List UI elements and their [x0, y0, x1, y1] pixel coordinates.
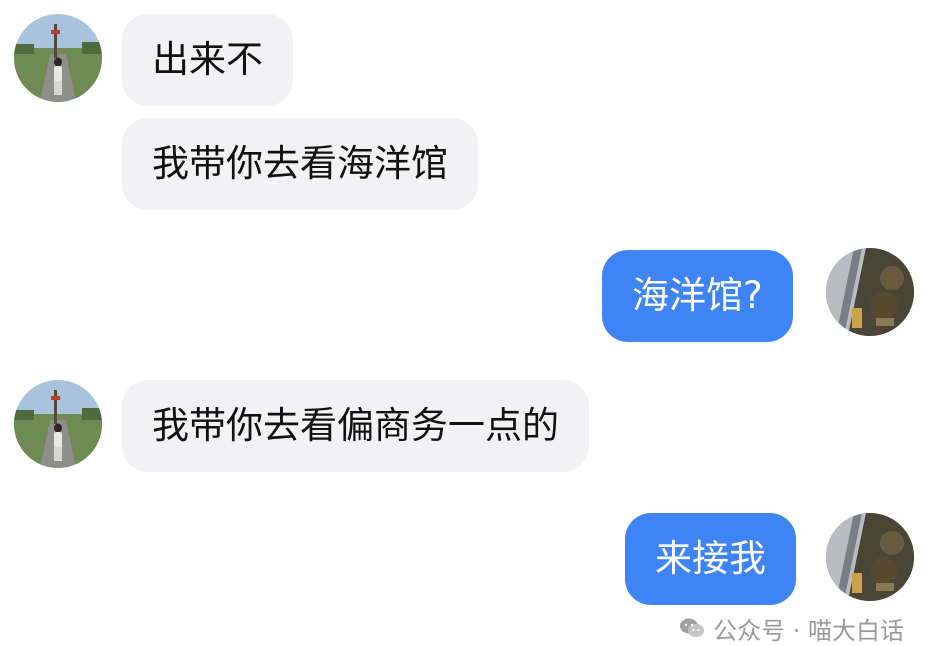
user-avatar-photo	[826, 248, 914, 336]
contact-avatar-photo	[14, 14, 102, 102]
wechat-icon	[679, 617, 705, 639]
user-avatar[interactable]	[826, 513, 914, 601]
watermark: 公众号 · 喵大白话	[679, 613, 904, 645]
message-bubble-outgoing[interactable]: 海洋馆?	[602, 250, 793, 342]
contact-avatar-photo	[14, 380, 102, 468]
watermark-text: 公众号 · 喵大白话	[713, 616, 904, 645]
message-bubble-incoming[interactable]: 我带你去看偏商务一点的	[122, 380, 589, 472]
user-avatar-photo	[826, 513, 914, 601]
user-avatar[interactable]	[826, 248, 914, 336]
message-bubble-outgoing[interactable]: 来接我	[625, 513, 796, 605]
contact-avatar[interactable]	[14, 14, 102, 102]
contact-avatar[interactable]	[14, 380, 102, 468]
message-bubble-incoming[interactable]: 我带你去看海洋馆	[122, 118, 478, 210]
message-bubble-incoming[interactable]: 出来不	[122, 14, 293, 106]
